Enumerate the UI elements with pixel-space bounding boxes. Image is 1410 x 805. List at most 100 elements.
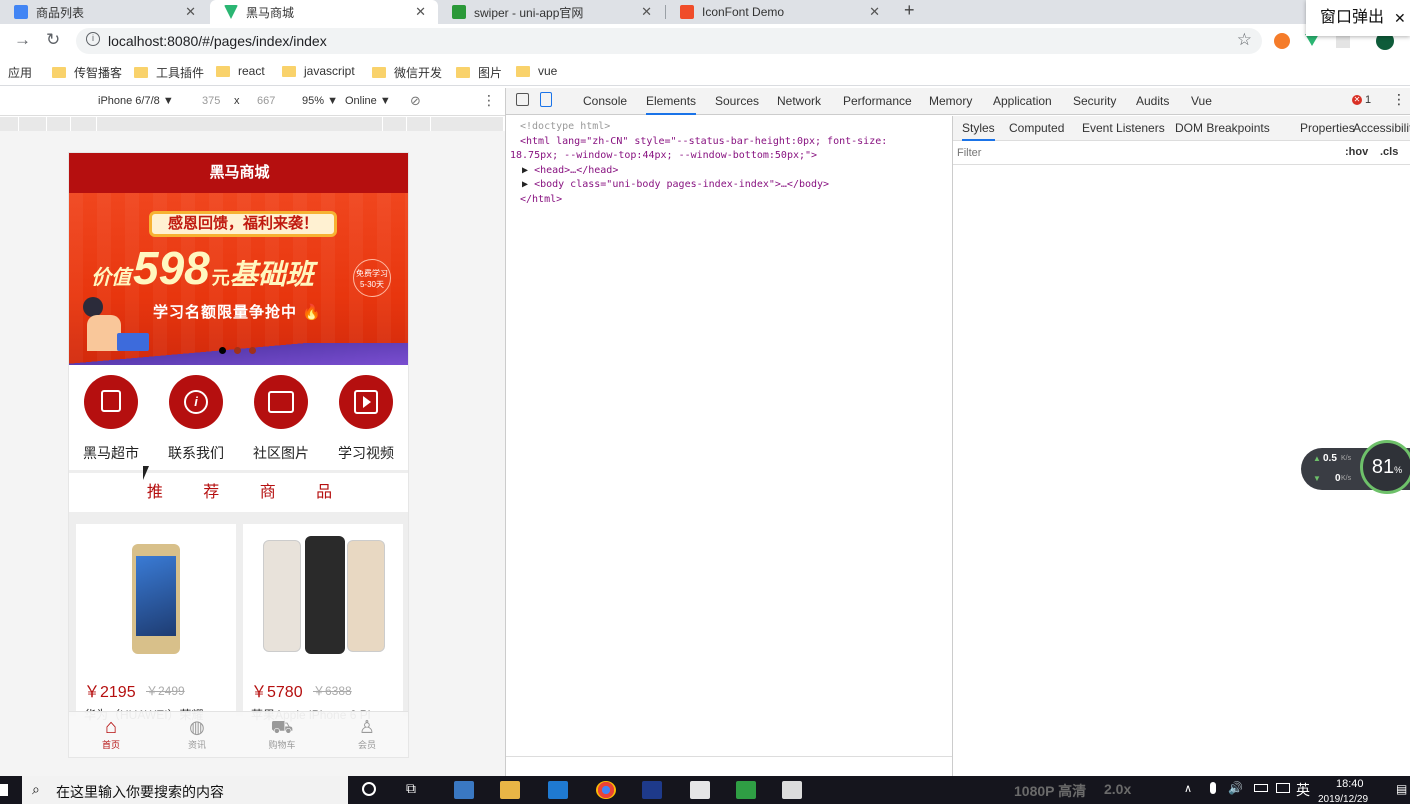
dom-doctype[interactable]: <!doctype html> xyxy=(510,120,948,135)
bookmark-folder[interactable]: javascript xyxy=(282,64,355,78)
browser-tab[interactable]: 商品列表 ✕ xyxy=(0,0,208,24)
tab-news[interactable]: ◍ 资讯 xyxy=(167,716,227,751)
devtools-tab-elements[interactable]: Elements xyxy=(646,94,697,115)
devtools-tab-console[interactable]: Console xyxy=(583,94,627,108)
dom-html-close[interactable]: </html> xyxy=(510,193,948,208)
windows-start-icon[interactable] xyxy=(0,784,8,796)
forward-icon[interactable]: → xyxy=(14,30,31,50)
bookmark-folder[interactable]: 工具插件 xyxy=(134,64,204,81)
more-options-icon[interactable]: ⋮ xyxy=(482,92,496,109)
network-icon[interactable] xyxy=(1276,783,1290,793)
nav-item-market[interactable]: 黑马超市 xyxy=(69,375,153,463)
goods-item[interactable]: ￥5780 ￥6388 苹果Apple iPhone 6 Pl xyxy=(243,524,403,724)
extension-icon[interactable] xyxy=(1336,34,1350,48)
browser-tab-active[interactable]: 黑马商城 ✕ xyxy=(210,0,438,24)
expand-arrow-icon[interactable]: ▶ xyxy=(522,165,528,176)
device-toggle-icon[interactable] xyxy=(540,92,552,107)
info-icon[interactable]: i xyxy=(86,32,100,46)
devtools-tab-performance[interactable]: Performance xyxy=(843,94,912,108)
new-tab-icon[interactable]: + xyxy=(904,0,915,21)
bookmark-apps[interactable]: 应用 xyxy=(8,64,32,81)
devtools-tab-security[interactable]: Security xyxy=(1073,94,1116,108)
devtools-menu-icon[interactable]: ⋮ xyxy=(1392,91,1406,108)
devtools-tab-sources[interactable]: Sources xyxy=(715,94,759,108)
bookmark-folder[interactable]: 微信开发 xyxy=(372,64,442,81)
device-select[interactable]: iPhone 6/7/8 ▼ xyxy=(98,95,174,107)
tab-computed[interactable]: Computed xyxy=(1009,121,1064,135)
close-icon[interactable]: ✕ xyxy=(1394,0,1406,36)
taskbar-search-box[interactable]: ⌕ 在这里输入你要搜索的内容 xyxy=(22,776,348,804)
error-icon[interactable]: ✕ xyxy=(1352,95,1362,105)
styles-filter-input[interactable] xyxy=(957,144,1327,161)
clock-time[interactable]: 18:40 xyxy=(1336,778,1364,790)
devtools-tab-memory[interactable]: Memory xyxy=(929,94,972,108)
dom-html-open-line2[interactable]: 18.75px; --window-top:44px; --window-bot… xyxy=(510,149,948,164)
extension-icon[interactable] xyxy=(1274,33,1290,49)
bookmark-folder[interactable]: react xyxy=(216,64,265,78)
tab-properties[interactable]: Properties xyxy=(1300,121,1355,135)
file-explorer-icon[interactable] xyxy=(500,781,520,799)
close-tab-icon[interactable]: ✕ xyxy=(869,4,880,20)
tab-accessibility[interactable]: Accessibility xyxy=(1353,121,1410,135)
hover-state-toggle[interactable]: :hov xyxy=(1345,146,1368,158)
browser-tab[interactable]: swiper - uni-app官网 ✕ xyxy=(438,0,664,24)
inspect-element-icon[interactable] xyxy=(516,93,529,106)
zoom-select[interactable]: 95% ▼ xyxy=(302,95,338,107)
dom-html-open-line1[interactable]: <html lang="zh-CN" style="--status-bar-h… xyxy=(510,135,948,150)
tab-member[interactable]: ♙ 会员 xyxy=(337,716,397,751)
goods-item[interactable]: ￥2195 ￥2499 华为（HUAWEI）荣耀 xyxy=(76,524,236,724)
hbuilder-icon[interactable] xyxy=(736,781,756,799)
network-select[interactable]: Online ▼ xyxy=(345,95,391,107)
height-field[interactable]: 667 xyxy=(257,95,275,107)
swiper-banner[interactable]: 感恩回馈，福利来袭！ 价值 598 元 基础班 免费学习5-30天 学习名额限量… xyxy=(69,193,408,365)
cortana-icon[interactable] xyxy=(362,782,376,796)
bookmark-folder[interactable]: vue xyxy=(516,64,557,78)
close-tab-icon[interactable]: ✕ xyxy=(641,4,652,20)
browser-tab[interactable]: IconFont Demo ✕ xyxy=(666,0,892,24)
class-toggle[interactable]: .cls xyxy=(1380,146,1398,158)
volume-icon[interactable]: 🔊 xyxy=(1228,781,1243,795)
bookmark-folder[interactable]: 传智播客 xyxy=(52,64,122,81)
nav-item-videos[interactable]: 学习视频 xyxy=(324,375,408,463)
rotate-icon[interactable]: ⊘ xyxy=(410,93,421,109)
expand-arrow-icon[interactable]: ▶ xyxy=(522,179,528,190)
close-tab-icon[interactable]: ✕ xyxy=(415,4,426,20)
dom-head-node[interactable]: ▶ <head>…</head> xyxy=(510,164,948,179)
error-count[interactable]: 1 xyxy=(1365,94,1371,106)
width-field[interactable]: 375 xyxy=(202,95,220,107)
typora-icon[interactable] xyxy=(690,781,710,799)
devtools-tab-audits[interactable]: Audits xyxy=(1136,94,1169,108)
swiper-dot[interactable] xyxy=(234,347,241,354)
devtools-tab-application[interactable]: Application xyxy=(993,94,1052,108)
vscode-icon[interactable] xyxy=(548,781,568,799)
nav-item-pictures[interactable]: 社区图片 xyxy=(239,375,323,463)
notifications-icon[interactable]: ▤ xyxy=(1396,782,1407,796)
nav-item-contact[interactable]: i 联系我们 xyxy=(154,375,238,463)
tab-dom-breakpoints[interactable]: DOM Breakpoints xyxy=(1175,121,1270,135)
clock-date[interactable]: 2019/12/29 xyxy=(1318,794,1368,805)
tab-event-listeners[interactable]: Event Listeners xyxy=(1082,121,1165,135)
address-bar[interactable]: i localhost:8080/#/pages/index/index ☆ xyxy=(76,28,1262,54)
devtools-tab-network[interactable]: Network xyxy=(777,94,821,108)
swiper-dot-active[interactable] xyxy=(219,347,226,354)
reload-icon[interactable]: ↻ xyxy=(46,30,60,50)
popout-window-button[interactable]: 窗口弹出 ✕ xyxy=(1306,0,1410,36)
tab-cart[interactable]: ⛟ 购物车 xyxy=(252,716,312,751)
tab-styles[interactable]: Styles xyxy=(962,121,995,141)
swiper-dot[interactable] xyxy=(249,347,256,354)
ime-indicator[interactable]: 英 xyxy=(1296,780,1310,800)
cpu-usage-gauge[interactable]: 81% xyxy=(1360,440,1410,494)
powershell-icon[interactable] xyxy=(642,781,662,799)
close-tab-icon[interactable]: ✕ xyxy=(185,4,196,20)
dom-body-node[interactable]: ▶ <body class="uni-body pages-index-inde… xyxy=(510,178,948,193)
devtools-tab-vue[interactable]: Vue xyxy=(1191,94,1212,108)
bookmark-star-icon[interactable]: ☆ xyxy=(1237,30,1252,50)
battery-icon[interactable] xyxy=(1254,784,1268,792)
tray-chevron-icon[interactable]: ∧ xyxy=(1184,782,1192,795)
tab-home[interactable]: ⌂ 首页 xyxy=(81,716,141,751)
chrome-icon[interactable] xyxy=(596,781,616,799)
microphone-icon[interactable] xyxy=(1210,782,1216,794)
bookmark-folder[interactable]: 图片 xyxy=(456,64,502,81)
task-view-icon[interactable]: ⧉ xyxy=(406,780,416,797)
app-icon[interactable] xyxy=(454,781,474,799)
